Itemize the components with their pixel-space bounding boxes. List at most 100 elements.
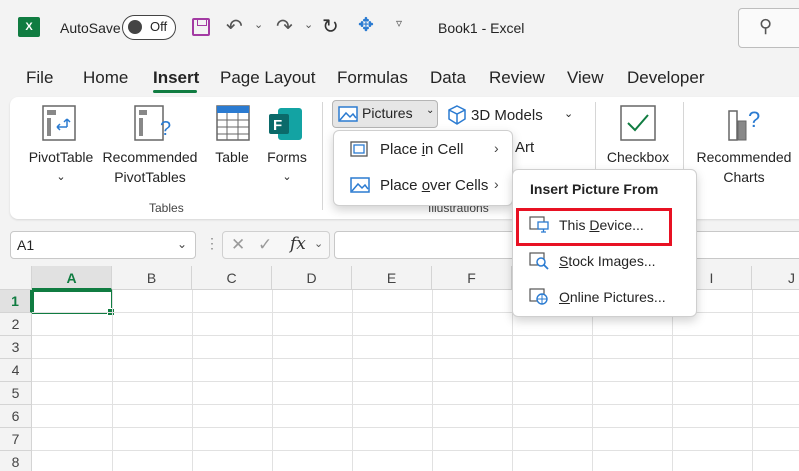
column-header-f[interactable]: F [432, 266, 512, 290]
place-over-cells-icon [350, 177, 370, 196]
formula-actions: ✕ ✓ fx ⌄ [222, 231, 330, 259]
autosave-state: Off [150, 19, 168, 34]
tab-insert[interactable]: Insert [153, 68, 199, 88]
column-header-a[interactable]: A [32, 266, 112, 290]
workbook-title: Book1 - Excel [438, 20, 525, 36]
table-icon [216, 105, 250, 144]
chevron-down-icon[interactable]: ⌄ [177, 237, 187, 251]
row-header-1[interactable]: 1 [0, 290, 32, 313]
column-header-e[interactable]: E [352, 266, 432, 290]
column-header-d[interactable]: D [272, 266, 352, 290]
column-header-j[interactable]: J [752, 266, 799, 290]
chevron-right-icon: › [494, 176, 499, 192]
stock-images-icon [529, 252, 549, 273]
3d-models-dropdown-icon[interactable]: ⌄ [564, 107, 573, 120]
add-in-icon[interactable]: ✥ [358, 14, 374, 37]
online-pictures-item[interactable]: Online Pictures... [559, 289, 666, 305]
cancel-icon[interactable]: ✕ [231, 235, 245, 255]
active-cell[interactable] [32, 290, 115, 316]
recommended-charts-button[interactable]: Recommended Charts [692, 147, 796, 187]
forms-icon: F [268, 107, 304, 144]
gridline-horizontal [32, 381, 799, 382]
customize-arrow-icon[interactable]: ▿ [396, 16, 402, 30]
chevron-down-icon[interactable]: ⌄ [314, 237, 323, 250]
recommended-charts-label-2: Charts [723, 169, 765, 185]
row-header-5[interactable]: 5 [0, 382, 32, 405]
column-header-b[interactable]: B [112, 266, 192, 290]
checkbox-button[interactable]: Checkbox [602, 147, 674, 167]
tables-group-label: Tables [149, 201, 184, 215]
excel-icon: X [18, 17, 40, 37]
3d-models-icon [447, 105, 467, 128]
refresh-icon[interactable]: ↻ [322, 14, 339, 39]
autosave-label: AutoSave [60, 20, 121, 36]
row-header-8[interactable]: 8 [0, 451, 32, 471]
highlight-box [516, 208, 672, 246]
insert-function-button[interactable]: fx [290, 234, 306, 254]
undo-icon[interactable]: ↶ [226, 14, 243, 39]
forms-button[interactable]: Forms ⌄ [260, 147, 314, 187]
pictures-menu: Place in Cell › Place over Cells › [333, 130, 513, 206]
tab-view[interactable]: View [567, 68, 604, 88]
tab-home[interactable]: Home [83, 68, 128, 88]
pivottable-icon [42, 105, 76, 144]
name-box[interactable]: A1 ⌄ [10, 231, 196, 259]
forms-label: Forms [267, 149, 307, 165]
search-icon: ⚲ [759, 16, 773, 36]
chevron-down-icon: ⌄ [56, 171, 66, 183]
row-header-3[interactable]: 3 [0, 336, 32, 359]
gridline-horizontal [32, 450, 799, 451]
gridline-horizontal [32, 427, 799, 428]
tab-review[interactable]: Review [489, 68, 545, 88]
online-pictures-icon [529, 288, 549, 309]
stock-images-item[interactable]: Stock Images... [559, 253, 656, 269]
column-header-c[interactable]: C [192, 266, 272, 290]
row-header-7[interactable]: 7 [0, 428, 32, 451]
chevron-right-icon: › [494, 140, 499, 156]
place-over-cells-item[interactable]: Place over Cells [380, 177, 488, 194]
pivottable-button[interactable]: PivotTable ⌄ [25, 147, 97, 187]
redo-dropdown-icon[interactable]: ⌄ [304, 18, 313, 31]
table-label: Table [215, 149, 249, 165]
gridline-horizontal [32, 335, 799, 336]
chevron-down-icon: ⌄ [426, 105, 435, 116]
tab-file[interactable]: File [26, 68, 53, 88]
enter-icon[interactable]: ✓ [258, 235, 272, 255]
row-header-6[interactable]: 6 [0, 405, 32, 428]
autosave-toggle[interactable]: Off [122, 15, 176, 40]
search-box[interactable]: ⚲ [738, 8, 799, 48]
insert-picture-heading: Insert Picture From [530, 181, 659, 197]
pivottable-label: PivotTable [28, 149, 94, 165]
pictures-icon [338, 106, 358, 125]
row-header-4[interactable]: 4 [0, 359, 32, 382]
tab-data[interactable]: Data [430, 68, 466, 88]
recommended-pivottables-label-1: Recommended [102, 149, 198, 165]
gridline-horizontal [32, 358, 799, 359]
recommended-pivottables-label-2: PivotTables [114, 169, 186, 185]
tab-developer[interactable]: Developer [627, 68, 705, 88]
tab-formulas[interactable]: Formulas [337, 68, 408, 88]
checkbox-icon [620, 105, 656, 144]
place-in-cell-item[interactable]: Place in Cell [380, 141, 463, 158]
row-header-2[interactable]: 2 [0, 313, 32, 336]
select-all-corner[interactable] [0, 266, 32, 290]
smartart-label-partial[interactable]: Art [515, 139, 534, 156]
pictures-button[interactable]: Pictures ⌄ [332, 100, 438, 128]
more-options-icon[interactable]: ⋮ [205, 235, 219, 252]
save-icon[interactable] [192, 18, 210, 36]
recommended-charts-label-1: Recommended [696, 149, 792, 165]
group-divider [322, 102, 323, 210]
3d-models-button[interactable]: 3D Models [471, 107, 543, 124]
undo-dropdown-icon[interactable]: ⌄ [254, 18, 263, 31]
recommended-pivottables-button[interactable]: Recommended PivotTables [100, 147, 200, 187]
place-in-cell-icon [350, 141, 368, 160]
name-box-value: A1 [17, 237, 35, 253]
pictures-label: Pictures [362, 105, 413, 121]
tab-page-layout[interactable]: Page Layout [220, 68, 315, 88]
redo-icon[interactable]: ↷ [276, 14, 293, 39]
chevron-down-icon: ⌄ [282, 171, 292, 183]
recommended-pivottables-icon: ? [134, 105, 174, 144]
menu-bar: File Home Insert Page Layout Formulas Da… [0, 58, 799, 96]
table-button[interactable]: Table [206, 147, 258, 167]
svg-text:F: F [273, 117, 282, 134]
